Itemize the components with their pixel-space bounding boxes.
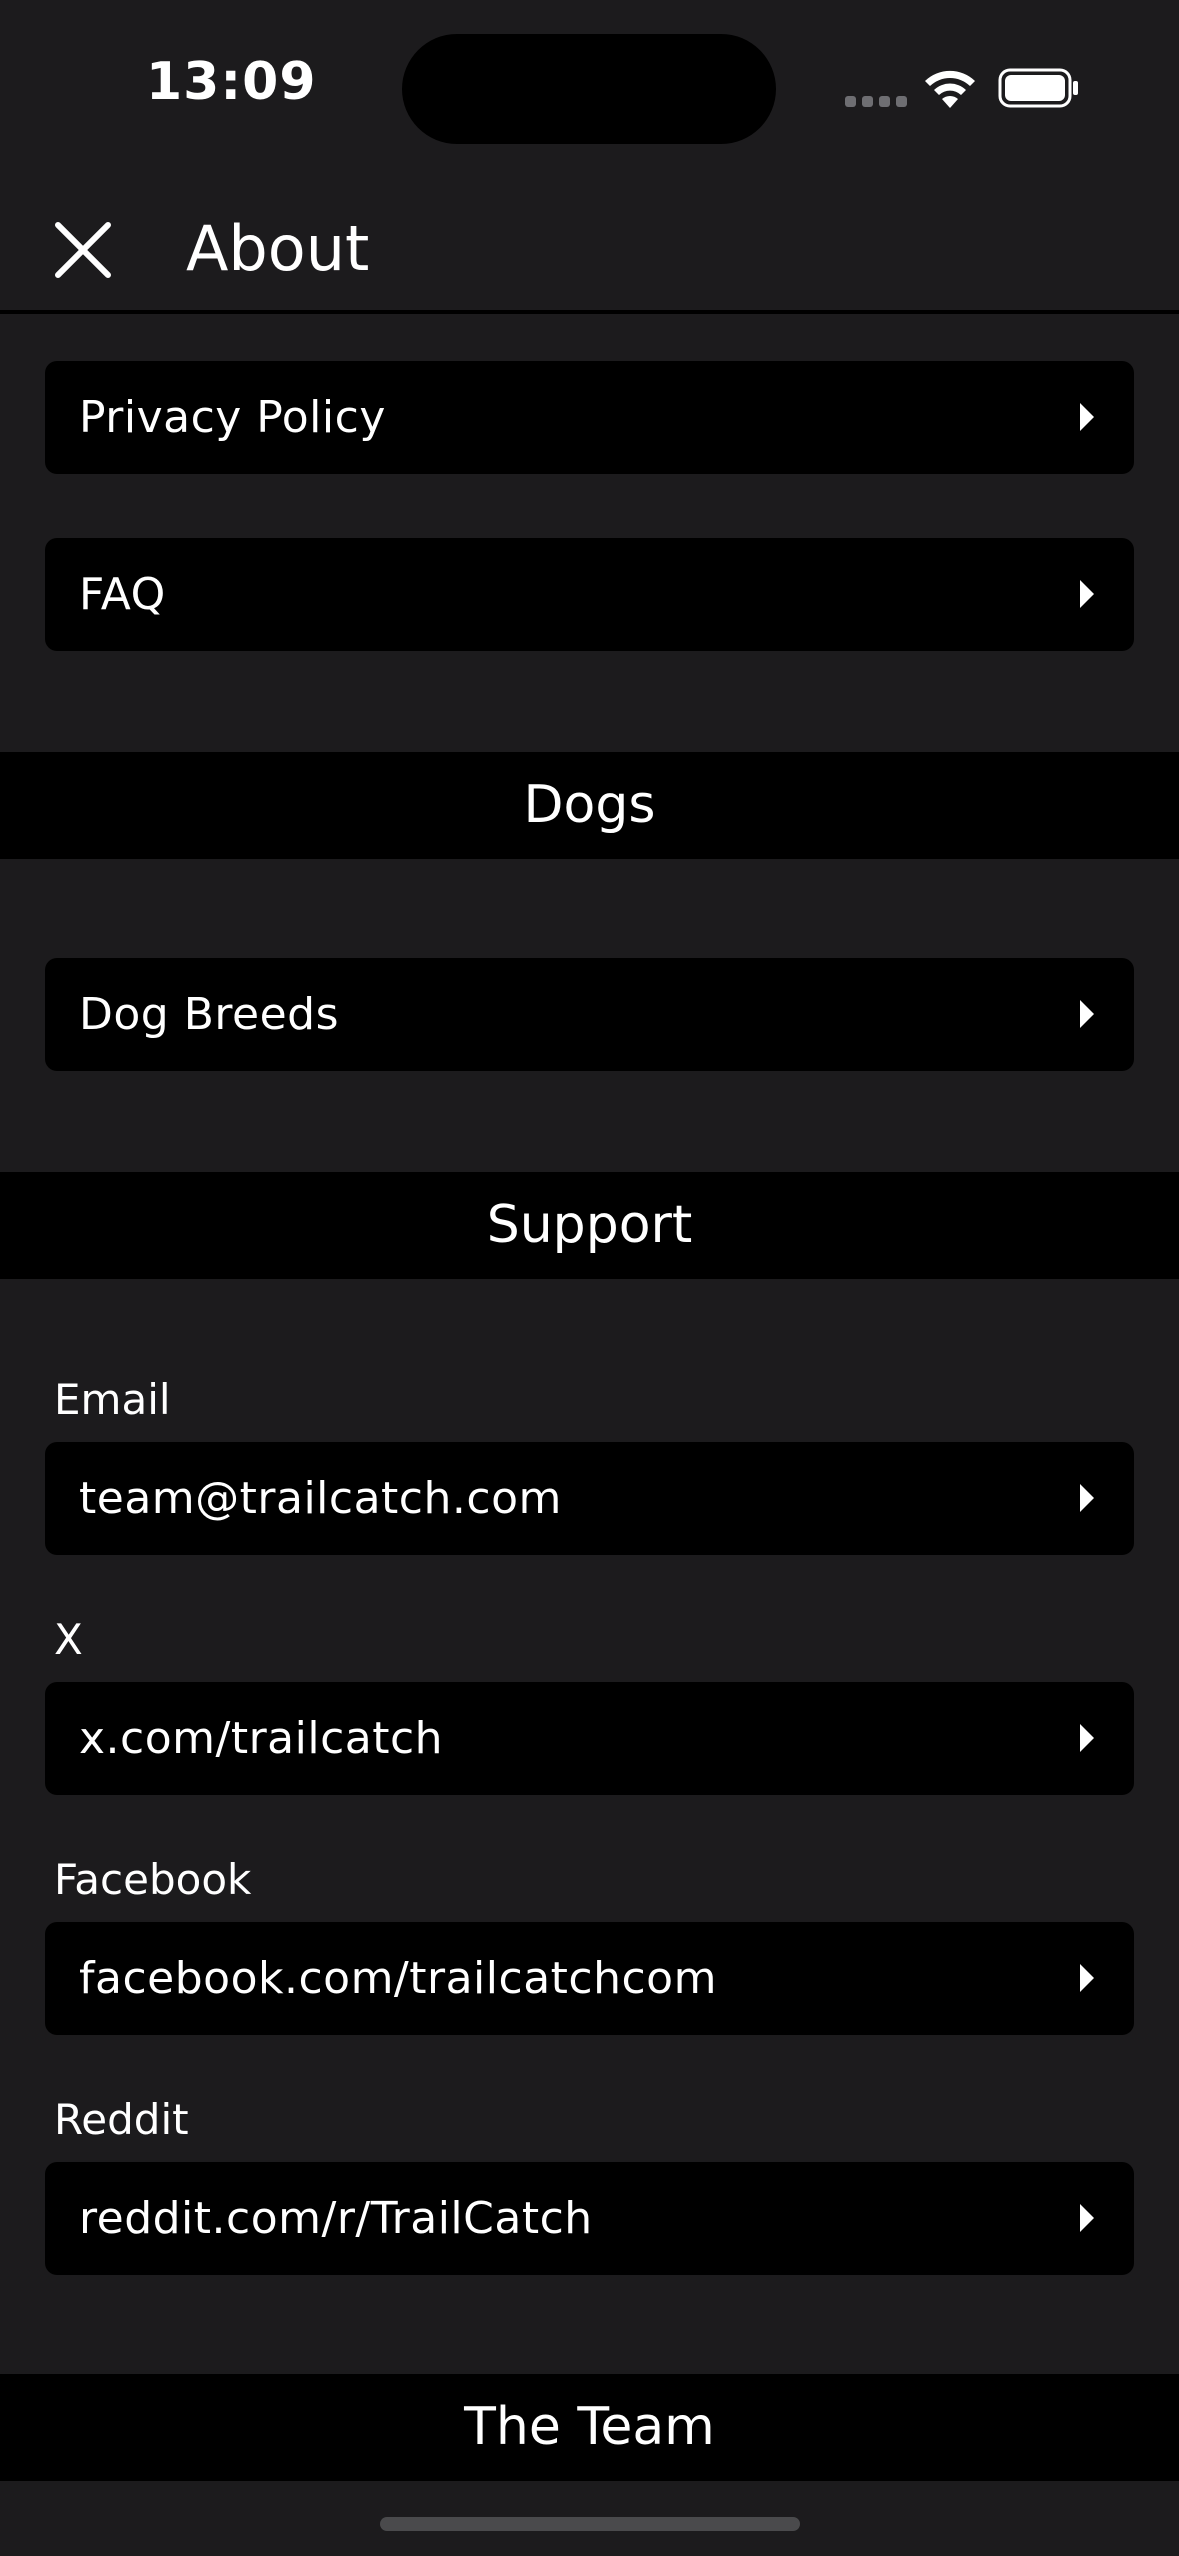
email-value: team@trailcatch.com bbox=[79, 1473, 562, 1524]
row-label: Dog Breeds bbox=[79, 989, 340, 1040]
x-value: x.com/trailcatch bbox=[79, 1713, 444, 1764]
reddit-label: Reddit bbox=[54, 2095, 189, 2144]
facebook-row[interactable]: facebook.com/trailcatchcom bbox=[45, 1922, 1134, 2035]
status-time: 13:09 bbox=[146, 52, 317, 112]
battery-icon bbox=[998, 68, 1078, 108]
home-indicator[interactable] bbox=[380, 2517, 800, 2531]
close-icon[interactable] bbox=[48, 215, 118, 285]
chevron-right-icon bbox=[1080, 1964, 1094, 1992]
status-bar: 13:09 bbox=[0, 0, 1179, 175]
page-title: About bbox=[186, 212, 370, 285]
facebook-value: facebook.com/trailcatchcom bbox=[79, 1953, 717, 2004]
reddit-value: reddit.com/r/TrailCatch bbox=[79, 2193, 593, 2244]
faq-row[interactable]: FAQ bbox=[45, 538, 1134, 651]
wifi-icon bbox=[925, 70, 975, 108]
dynamic-island bbox=[402, 34, 776, 144]
dog-breeds-row[interactable]: Dog Breeds bbox=[45, 958, 1134, 1071]
app-bar: About bbox=[0, 175, 1179, 314]
chevron-right-icon bbox=[1080, 403, 1094, 431]
chevron-right-icon bbox=[1080, 1484, 1094, 1512]
row-label: Privacy Policy bbox=[79, 392, 386, 443]
section-header-support: Support bbox=[0, 1172, 1179, 1279]
section-header-team: The Team bbox=[0, 2374, 1179, 2481]
chevron-right-icon bbox=[1080, 1724, 1094, 1752]
email-row[interactable]: team@trailcatch.com bbox=[45, 1442, 1134, 1555]
reddit-row[interactable]: reddit.com/r/TrailCatch bbox=[45, 2162, 1134, 2275]
cellular-signal-icon bbox=[845, 96, 907, 108]
x-row[interactable]: x.com/trailcatch bbox=[45, 1682, 1134, 1795]
chevron-right-icon bbox=[1080, 2204, 1094, 2232]
email-label: Email bbox=[54, 1375, 171, 1424]
privacy-policy-row[interactable]: Privacy Policy bbox=[45, 361, 1134, 474]
section-header-dogs: Dogs bbox=[0, 752, 1179, 859]
facebook-label: Facebook bbox=[54, 1855, 252, 1904]
chevron-right-icon bbox=[1080, 1000, 1094, 1028]
x-label: X bbox=[54, 1615, 83, 1664]
chevron-right-icon bbox=[1080, 580, 1094, 608]
row-label: FAQ bbox=[79, 569, 166, 620]
